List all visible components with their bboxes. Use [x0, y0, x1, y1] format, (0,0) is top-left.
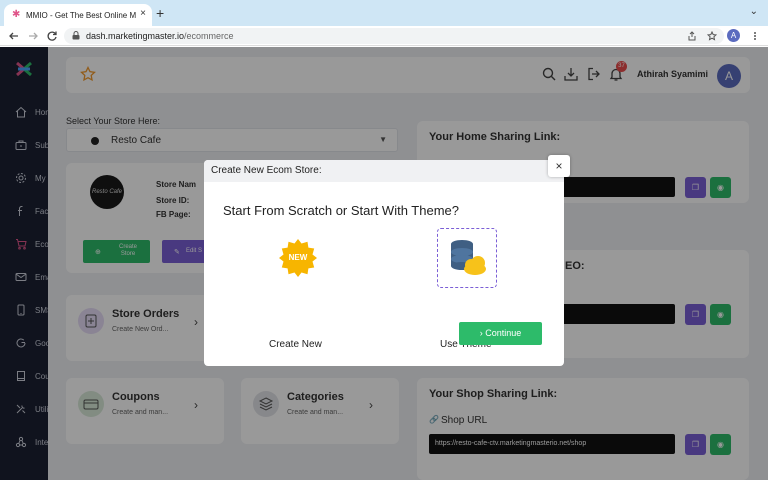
- use-theme-option[interactable]: [437, 228, 497, 288]
- create-new-option[interactable]: NEW: [268, 228, 328, 288]
- continue-button[interactable]: › Continue: [459, 322, 542, 345]
- url-path: /ecommerce: [184, 31, 234, 41]
- share-icon[interactable]: [687, 30, 697, 41]
- reload-icon[interactable]: [46, 30, 58, 42]
- tab-close-icon[interactable]: ×: [140, 8, 146, 19]
- menu-kebab-icon[interactable]: [750, 31, 760, 41]
- forward-icon[interactable]: [27, 30, 39, 42]
- bookmark-star-icon[interactable]: [707, 30, 717, 41]
- lock-icon: [72, 31, 80, 40]
- create-new-label[interactable]: Create New: [269, 339, 322, 350]
- tab-search-chevron-icon[interactable]: ⌄: [750, 6, 758, 17]
- browser-actions: A: [687, 29, 760, 42]
- app-root: Home Subscriptions My Settings Facebook …: [0, 47, 768, 480]
- modal-close-button[interactable]: ×: [548, 155, 570, 177]
- create-store-modal: Create New Ecom Store: × Start From Scra…: [204, 155, 570, 366]
- new-tab-button[interactable]: +: [156, 5, 164, 21]
- modal-title: Start From Scratch or Start With Theme?: [223, 203, 459, 218]
- url-field[interactable]: dash.marketingmaster.io/ecommerce: [64, 28, 724, 44]
- new-badge-text: NEW: [288, 253, 308, 262]
- profile-avatar[interactable]: A: [727, 29, 740, 42]
- chevron-right-icon: ›: [479, 328, 483, 338]
- browser-tab[interactable]: ✱ MMIO - Get The Best Online M ×: [4, 4, 152, 26]
- favicon-icon: ✱: [12, 9, 21, 20]
- database-cloud-icon: [451, 240, 486, 275]
- url-host: dash.marketingmaster.io: [86, 31, 185, 41]
- modal-header: Create New Ecom Store:: [204, 160, 564, 182]
- browser-tab-bar: ✱ MMIO - Get The Best Online M × + ⌄: [0, 0, 768, 26]
- address-bar: dash.marketingmaster.io/ecommerce A: [0, 26, 768, 46]
- continue-label: Continue: [485, 328, 522, 338]
- back-icon[interactable]: [8, 30, 20, 42]
- tab-title: MMIO - Get The Best Online M: [26, 10, 137, 20]
